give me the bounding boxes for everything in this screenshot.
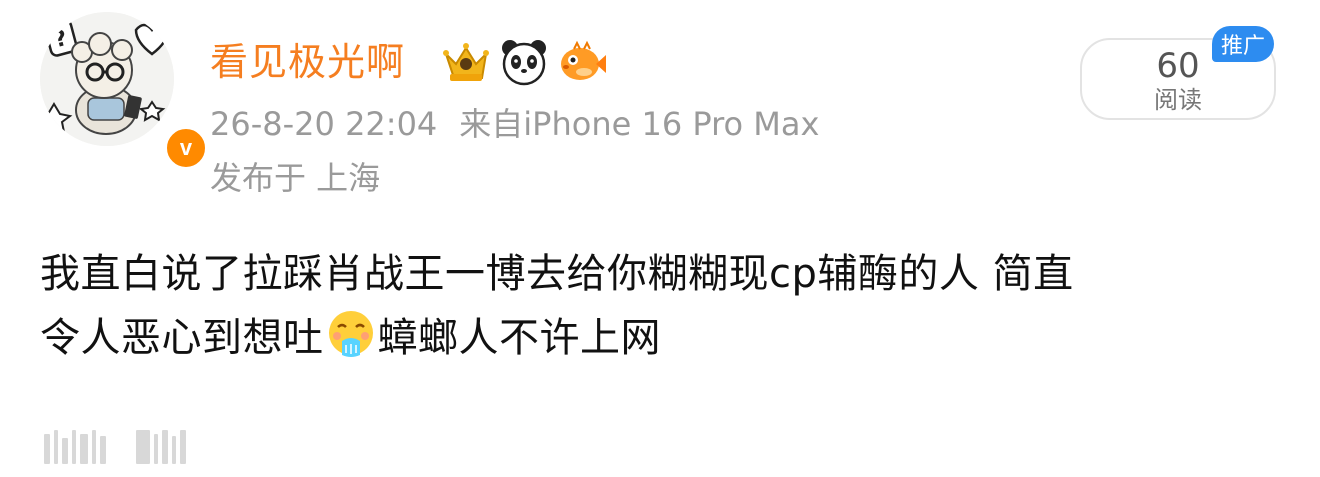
post-text-line-2: 令人恶心到想吐 蟑螂人不许上网 [40, 306, 1290, 370]
action-button-right[interactable] [136, 430, 186, 464]
user-badges [440, 36, 608, 88]
promote-tag[interactable]: 推广 [1212, 26, 1274, 62]
post-action-bar [44, 430, 186, 464]
post-text-after-emoji: 蟑螂人不许上网 [377, 315, 661, 361]
avatar[interactable]: ? [40, 12, 174, 146]
post-source[interactable]: 来自iPhone 16 Pro Max [459, 105, 819, 143]
username[interactable]: 看见极光啊 [210, 36, 405, 88]
cartoon-sheep-avatar-icon: ? [40, 12, 174, 146]
post-content: 我直白说了拉踩肖战王一博去给你糊糊现cp辅酶的人 简直 令人恶心到想吐 蟑螂人不… [40, 242, 1290, 370]
read-label: 阅读 [1154, 86, 1202, 114]
action-button-left[interactable] [44, 430, 106, 464]
avatar-container[interactable]: ? v [40, 12, 208, 170]
panda-badge-icon[interactable] [498, 36, 550, 88]
crown-badge-icon[interactable] [440, 36, 492, 88]
post-date: 26-8-20 22:04 [210, 105, 438, 143]
pufferfish-badge-icon[interactable] [556, 36, 608, 88]
post-text-line-1: 我直白说了拉踩肖战王一博去给你糊糊现cp辅酶的人 简直 [40, 251, 1074, 297]
verified-v-badge-icon: v [164, 126, 208, 170]
post-location: 发布于 上海 [210, 159, 381, 197]
post-text-before-emoji: 令人恶心到想吐 [40, 315, 324, 361]
post-meta: 26-8-20 22:04 来自iPhone 16 Pro Max [210, 104, 819, 144]
vomit-face-emoji-icon [328, 311, 373, 357]
